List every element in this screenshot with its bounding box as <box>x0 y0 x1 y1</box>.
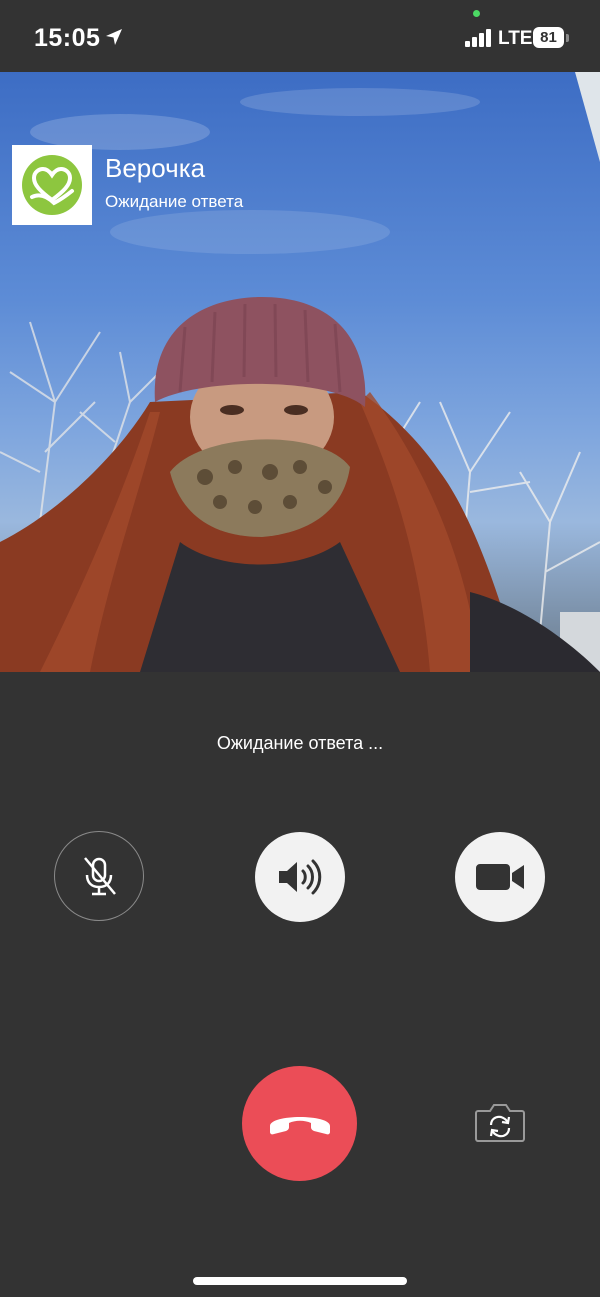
network-type: LTE <box>498 28 533 49</box>
flip-camera-button[interactable] <box>474 1101 526 1145</box>
caller-name: Верочка <box>105 153 206 183</box>
remote-video-feed: Верочка Ожидание ответа <box>0 72 600 672</box>
phone-hangup-icon <box>269 1116 330 1134</box>
location-arrow-icon <box>106 29 122 45</box>
status-bar: 15:05 LTE 81 <box>0 0 600 72</box>
battery-level: 81 <box>533 27 564 48</box>
mute-button[interactable] <box>54 831 144 921</box>
speaker-icon <box>279 859 322 895</box>
call-waiting-text: Ожидание ответа ... <box>216 733 384 753</box>
heart-hand-logo-icon <box>22 155 82 215</box>
caller-avatar <box>12 145 92 225</box>
hangup-button[interactable] <box>242 1066 357 1181</box>
privacy-indicator-dot <box>473 10 480 17</box>
video-toggle-button[interactable] <box>455 832 545 922</box>
home-indicator[interactable] <box>193 1277 407 1285</box>
mic-muted-icon <box>84 857 116 896</box>
video-camera-icon <box>476 864 524 890</box>
call-screen: 15:05 LTE 81 Верочка Ожидание ответа Ожи… <box>0 0 600 1297</box>
status-time: 15:05 <box>34 24 101 52</box>
battery-icon: 81 <box>533 27 569 49</box>
camera-flip-icon <box>475 1104 525 1142</box>
caller-status: Ожидание ответа <box>105 192 244 211</box>
signal-bars-icon <box>465 29 491 47</box>
speaker-button[interactable] <box>255 832 345 922</box>
